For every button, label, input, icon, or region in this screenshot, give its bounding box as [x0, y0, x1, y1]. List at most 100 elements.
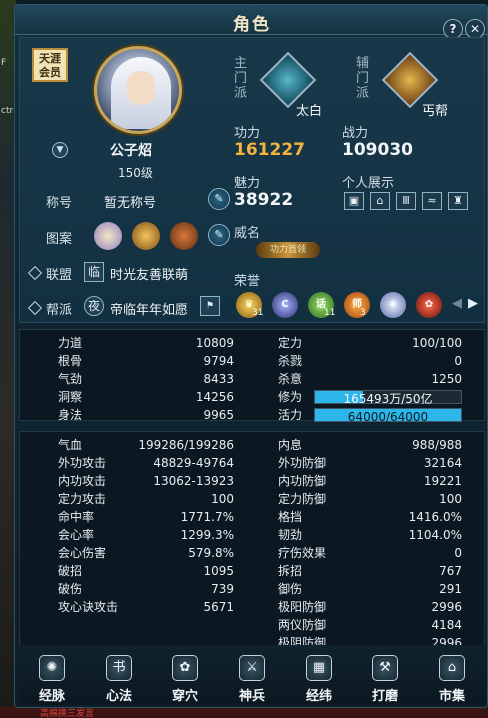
- combat-stats-panel: 气血 199286/199286 外功攻击 48829-49764 内功攻击 13062-…: [19, 431, 485, 650]
- stat-row: 御伤 291: [278, 580, 462, 598]
- nav-label: 穿穴: [171, 689, 198, 704]
- zhanli-value: 109030: [342, 140, 413, 160]
- stat-value: 579.8%: [188, 546, 234, 560]
- nav-item[interactable]: ⌂ 市集: [427, 655, 477, 704]
- gongli-value: 161227: [234, 140, 305, 160]
- outfit-icon[interactable]: ♜: [448, 192, 468, 210]
- stat-row: 内功防御 19221: [278, 472, 462, 490]
- nav-item[interactable]: ▦ 经纬: [294, 655, 344, 704]
- stat-row: 根骨 9794: [58, 352, 234, 370]
- background-text: ctr: [1, 106, 14, 116]
- title-bar[interactable]: 角色 ? ✕: [15, 5, 487, 39]
- nav-icon: ▦: [306, 655, 332, 681]
- alliance-diamond-icon: [27, 265, 43, 281]
- edit-pattern-button[interactable]: ✎: [208, 224, 230, 246]
- main-sect-name: 太白: [296, 104, 323, 119]
- honor-next-icon[interactable]: ▶: [468, 296, 478, 311]
- stat-value: 767: [439, 564, 462, 578]
- pattern-emblem-cross[interactable]: [170, 222, 198, 250]
- nav-item[interactable]: ⚔ 神兵: [227, 655, 277, 704]
- nav-icon: ✿: [172, 655, 198, 681]
- stat-row: 会心伤害 579.8%: [58, 544, 234, 562]
- character-name: 公子炤: [110, 143, 152, 159]
- stat-row: 定力 100/100: [278, 334, 462, 352]
- basic-stats-panel: 力道 10809 根骨 9794 气劲 8433 洞察 14256 身法 9965 定力 1…: [19, 329, 485, 424]
- honor-master-icon[interactable]: 师: [344, 292, 370, 318]
- aux-sect-name: 丐帮: [422, 104, 449, 119]
- stat-value: 14256: [195, 390, 234, 404]
- stat-row: 命中率 1771.7%: [58, 508, 234, 526]
- stat-label: 两仪防御: [278, 618, 327, 632]
- stat-label: 攻心诀攻击: [58, 600, 119, 614]
- alliance-name[interactable]: 时光友善联萌: [110, 264, 188, 283]
- honor-ring-icon[interactable]: C: [272, 292, 298, 318]
- honor-prev-icon[interactable]: ◀: [452, 296, 462, 311]
- title-label: 称号: [46, 196, 73, 211]
- stat-row: 拆招 767: [278, 562, 462, 580]
- stat-label: 定力防御: [278, 492, 327, 506]
- stat-value: 2996: [431, 600, 462, 614]
- nav-item[interactable]: ✿ 穿穴: [160, 655, 210, 704]
- stat-value: 19221: [423, 474, 462, 488]
- pattern-label: 图案: [46, 232, 73, 247]
- stat-value: 48829-49764: [153, 456, 234, 470]
- meili-value: 38922: [234, 190, 294, 210]
- stat-label: 御伤: [278, 582, 303, 596]
- chevron-down-icon[interactable]: ▼: [52, 142, 68, 158]
- title-value: 暂无称号: [104, 196, 157, 211]
- stat-label: 内功攻击: [58, 474, 107, 488]
- stat-label: 根骨: [58, 354, 83, 368]
- weiming-badge[interactable]: 功力首领: [256, 242, 320, 258]
- pattern-emblem-dragon[interactable]: [132, 222, 160, 250]
- nav-item[interactable]: 书心法: [94, 655, 144, 704]
- stat-row: 气血 199286/199286: [58, 436, 234, 454]
- background-text: F: [1, 58, 7, 68]
- stat-row: 力道 10809: [58, 334, 234, 352]
- stat-value: 1104.0%: [408, 528, 462, 542]
- stat-label: 气血: [58, 438, 83, 452]
- gate-icon[interactable]: Ⅲ: [396, 192, 416, 210]
- honor-flower-icon[interactable]: ✿: [416, 292, 442, 318]
- xiuwei-row: 修为 165493万/50亿: [278, 388, 462, 406]
- bottom-nav: ✺ 经脉 书心法 ✿ 穿穴 ⚔ 神兵 ▦ 经纬 ⚒ 打磨 ⌂ 市集: [19, 645, 485, 705]
- nav-item[interactable]: ⚒ 打磨: [360, 655, 410, 704]
- weiming-label: 威名: [234, 226, 261, 241]
- stat-label: 杀戮: [278, 354, 303, 368]
- stat-row: 外功防御 32164: [278, 454, 462, 472]
- stat-label: 定力: [278, 336, 303, 350]
- profile-header: 天涯会员 ▼ 公子炤 150级 称号 暂无称号 ✎ 图案 ✎ 联盟 临 时光友善…: [19, 37, 485, 323]
- edit-title-button[interactable]: ✎: [208, 188, 230, 210]
- guild-rank-icon: ⚑: [200, 296, 220, 316]
- nav-item[interactable]: ✺ 经脉: [27, 655, 77, 704]
- stat-value: 10809: [195, 336, 234, 350]
- huoli-text: 64000/64000: [347, 410, 429, 424]
- stat-label: 格挡: [278, 510, 303, 524]
- stat-value: 739: [211, 582, 234, 596]
- avatar-face: [127, 71, 155, 105]
- stat-value: 291: [439, 582, 462, 596]
- huoli-label: 活力: [278, 408, 303, 422]
- id-card-icon[interactable]: ▣: [344, 192, 364, 210]
- xiuwei-label: 修为: [278, 390, 303, 404]
- stat-row: 内息 988/988: [278, 436, 462, 454]
- stat-label: 内功防御: [278, 474, 327, 488]
- stat-value: 8433: [203, 372, 234, 386]
- avatar[interactable]: [94, 46, 182, 134]
- nav-label: 神兵: [238, 689, 265, 704]
- mount-icon[interactable]: ≈: [422, 192, 442, 210]
- stat-row: 两仪防御 4184: [278, 616, 462, 634]
- pattern-emblem-moon[interactable]: [94, 222, 122, 250]
- stat-value: 5671: [203, 600, 234, 614]
- stat-value: 9794: [203, 354, 234, 368]
- close-button[interactable]: ✕: [465, 19, 485, 39]
- stat-label: 外功防御: [278, 456, 327, 470]
- nav-icon: ⚒: [372, 655, 398, 681]
- window-title: 角色: [233, 15, 271, 35]
- house-icon[interactable]: ⌂: [370, 192, 390, 210]
- zhanli-label: 战力: [342, 126, 369, 141]
- guild-name[interactable]: 帝临年年如愿: [110, 299, 188, 318]
- help-button[interactable]: ?: [443, 19, 463, 39]
- honor-snowflake-icon[interactable]: ❄: [380, 292, 406, 318]
- stat-value: 100: [211, 492, 234, 506]
- stat-value: 988/988: [412, 438, 462, 452]
